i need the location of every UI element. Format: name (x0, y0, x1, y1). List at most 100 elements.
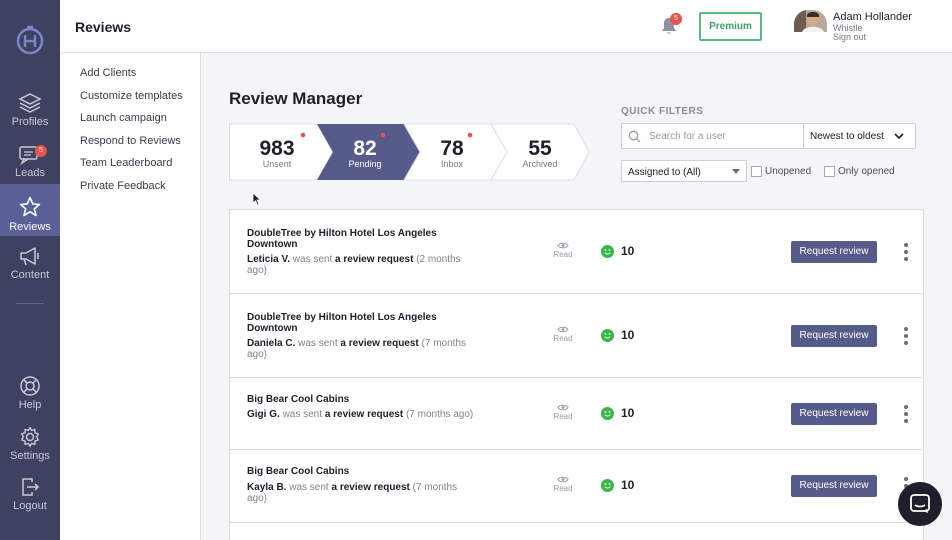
unopened-checkbox[interactable] (751, 166, 762, 177)
review-description: Leticia V. was sent a review request (2 … (247, 254, 477, 276)
business-name: DoubleTree by Hilton Hotel Los Angeles D… (247, 228, 437, 250)
read-status: Read (552, 404, 574, 421)
read-label: Read (553, 250, 573, 259)
star-icon (19, 196, 41, 217)
smiley-icon (601, 245, 614, 258)
action-text: a review request (324, 409, 404, 420)
rail-item-profiles[interactable]: Profiles (0, 92, 60, 144)
submenu-item-launch-campaign[interactable]: Launch campaign (80, 112, 167, 124)
sign-out-link[interactable]: Sign out (833, 32, 866, 42)
business-name: DoubleTree by Hilton Hotel Los Angeles D… (247, 312, 437, 334)
left-rail: Profiles 5 Leads Reviews Content Help Se… (0, 0, 60, 540)
user-name: Adam Hollander (833, 11, 912, 23)
chat-launcher-button[interactable] (898, 482, 942, 526)
review-description: Gigi G. was sent a review request (7 mon… (247, 409, 477, 420)
messenger-icon (910, 494, 930, 513)
assigned-value: Assigned to (All) (628, 167, 701, 178)
score-value: 10 (621, 478, 635, 492)
gear-icon (21, 426, 39, 447)
premium-button[interactable]: Premium (699, 12, 762, 41)
caret-down-icon (732, 169, 740, 174)
action-text: a review request (335, 254, 414, 265)
mouse-cursor-icon (252, 192, 262, 206)
rail-label: Logout (13, 500, 47, 512)
unopened-label: Unopened (765, 166, 812, 177)
time-ago: (7 months ago) (405, 409, 474, 420)
avatar[interactable] (794, 10, 827, 32)
tab-label: Inbox (441, 159, 464, 169)
tab-unsent[interactable]: 983 Unsent (229, 123, 334, 181)
request-review-button[interactable]: Request review (791, 241, 877, 263)
rail-label: Content (10, 269, 50, 281)
quick-filters-title: QUICK FILTERS (621, 106, 704, 117)
top-bar: Reviews 5 Premium Adam Hollander Whistle… (60, 0, 952, 53)
tab-label: Unsent (263, 159, 292, 169)
smiley-icon (601, 479, 614, 492)
search-icon (628, 130, 641, 143)
eye-icon (557, 476, 569, 483)
reviews-submenu: Add Clients Customize templates Launch c… (60, 53, 201, 540)
more-options-icon[interactable] (904, 327, 908, 348)
tab-inbox[interactable]: 78 Inbox (403, 123, 508, 181)
read-label: Read (553, 484, 573, 493)
logout-icon (22, 478, 40, 496)
person-name: Kayla B. (247, 482, 287, 493)
sort-select[interactable]: Newest to oldest (803, 123, 916, 149)
review-description: Daniela C. was sent a review request (7 … (247, 338, 477, 360)
read-status: Read (552, 326, 574, 343)
tab-count: 55 (528, 137, 552, 160)
eye-icon (557, 404, 569, 411)
only-opened-label: Only opened (838, 166, 895, 177)
person-name: Daniela C. (247, 338, 296, 349)
sent-text: was sent (292, 254, 333, 265)
submenu-item-add-clients[interactable]: Add Clients (80, 67, 136, 79)
review-row[interactable]: Big Bear Cool Cabins Gigi G. was sent a … (230, 378, 923, 450)
only-opened-checkbox[interactable] (824, 166, 835, 177)
review-row[interactable]: DoubleTree by Hilton Hotel Los Angeles D… (230, 294, 923, 378)
user-search-input[interactable]: Search for a user (621, 123, 804, 149)
status-tabs: 983 Unsent 82 Pending 78 Inbox 55 Archiv… (229, 123, 590, 181)
rail-item-settings[interactable]: Settings (0, 426, 60, 478)
submenu-item-respond-to-reviews[interactable]: Respond to Reviews (80, 135, 181, 147)
eye-icon (557, 326, 569, 333)
lifebuoy-icon (20, 376, 40, 396)
score-value: 10 (621, 406, 635, 420)
review-manager-title: Review Manager (229, 89, 363, 108)
review-row[interactable]: Big Bear Cool Cabins Kayla B. was sent a… (230, 450, 923, 523)
review-row[interactable]: DoubleTree by Hilton Hotel Los Angeles D… (230, 210, 923, 294)
rail-label: Help (18, 399, 42, 411)
notifications-badge: 5 (670, 13, 682, 25)
rail-item-content[interactable]: Content (0, 245, 60, 297)
leads-badge: 5 (35, 145, 47, 157)
unread-dot (300, 132, 306, 138)
chevron-down-icon (894, 133, 904, 140)
smiley-icon (601, 407, 614, 420)
rail-item-help[interactable]: Help (0, 375, 60, 427)
request-review-button[interactable]: Request review (791, 475, 877, 497)
rail-label: Reviews (9, 221, 51, 233)
sent-text: was sent (282, 409, 323, 420)
page-title: Reviews (75, 19, 132, 35)
review-description: Kayla B. was sent a review request (7 mo… (247, 482, 477, 504)
assigned-to-select[interactable]: Assigned to (All) (621, 160, 747, 182)
rail-item-logout[interactable]: Logout (0, 476, 60, 528)
tab-label: Archived (522, 159, 557, 169)
tab-count: 983 (259, 137, 294, 160)
unread-dot (380, 132, 386, 138)
read-status: Read (552, 476, 574, 493)
sent-text: was sent (298, 338, 338, 349)
unread-dot (467, 132, 473, 138)
submenu-item-customize-templates[interactable]: Customize templates (80, 90, 183, 102)
request-review-button[interactable]: Request review (791, 403, 877, 425)
request-review-button[interactable]: Request review (791, 325, 877, 347)
submenu-item-team-leaderboard[interactable]: Team Leaderboard (80, 157, 172, 169)
sort-value: Newest to oldest (810, 131, 884, 142)
more-options-icon[interactable] (904, 405, 908, 426)
app-logo-icon[interactable] (14, 24, 46, 56)
rail-item-reviews[interactable]: Reviews (0, 184, 60, 236)
submenu-item-private-feedback[interactable]: Private Feedback (80, 180, 166, 192)
tab-count: 78 (440, 137, 464, 160)
action-text: a review request (331, 482, 410, 493)
read-label: Read (553, 334, 573, 343)
more-options-icon[interactable] (904, 243, 908, 264)
